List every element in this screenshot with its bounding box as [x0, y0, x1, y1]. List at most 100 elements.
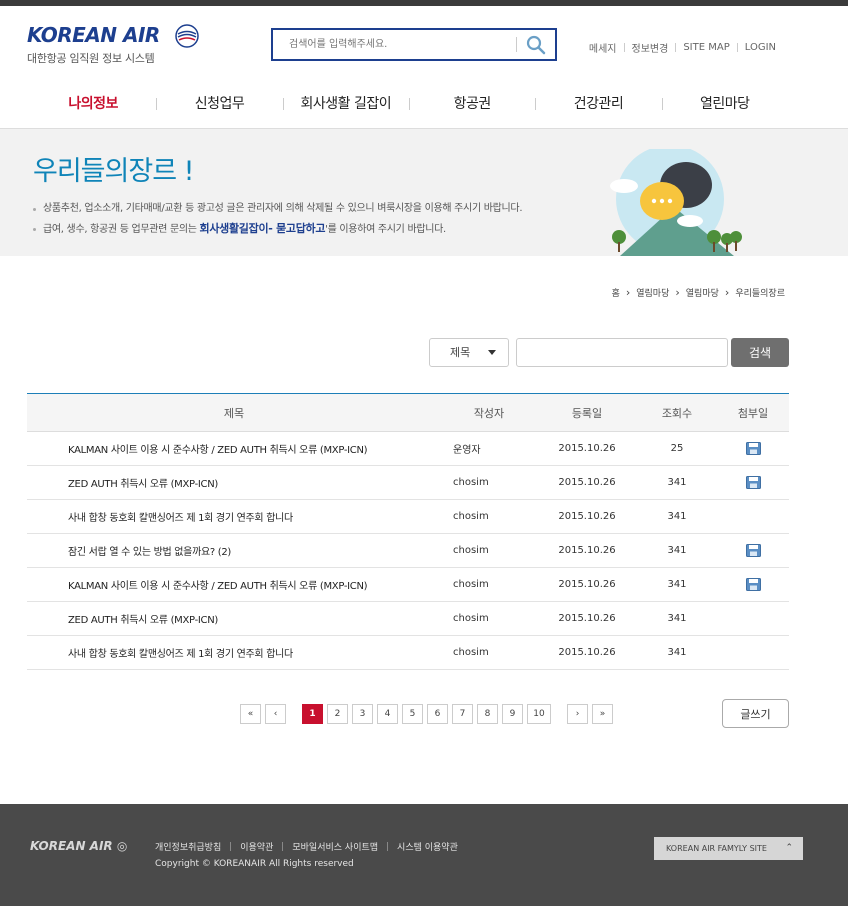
page-number[interactable]: 10	[527, 704, 551, 724]
nav-item-health[interactable]: 건강관리	[535, 91, 661, 117]
page-prev-button[interactable]: ‹	[265, 704, 286, 724]
util-link-message[interactable]: 메세지	[589, 40, 617, 55]
search-icon[interactable]	[525, 34, 547, 56]
table-row[interactable]: 사내 합창 동호회 칼맨싱어즈 제 1회 경기 연주회 합니다 chosim 201…	[27, 635, 789, 670]
search-field-select[interactable]: 제목	[429, 338, 509, 367]
post-attachment	[717, 635, 789, 670]
global-search-input[interactable]	[273, 30, 513, 59]
page-number[interactable]: 3	[352, 704, 373, 724]
footer: KOREAN AIR ◎ 개인정보취급방침 이용약관 모바일서비스 사이트맵 시…	[0, 804, 848, 906]
post-writer: chosim	[441, 533, 537, 568]
page-banner: 우리들의장르 ! 상품추천, 업소소개, 기타매매/교환 등 광고성 글은 관리…	[0, 129, 848, 256]
post-writer: chosim	[441, 601, 537, 636]
footer-logo: KOREAN AIR ◎	[30, 839, 127, 853]
utility-links: 메세지 정보변경 SITE MAP LOGIN	[589, 40, 776, 55]
util-link-sitemap[interactable]: SITE MAP	[683, 42, 729, 53]
post-writer: 운영자	[441, 431, 537, 466]
post-views: 341	[637, 567, 717, 602]
post-date: 2015.10.26	[537, 567, 637, 602]
col-header-date: 등록일	[537, 393, 637, 432]
post-date: 2015.10.26	[537, 431, 637, 466]
util-divider	[675, 43, 677, 52]
breadcrumb-home[interactable]: 홈	[612, 286, 620, 299]
table-row[interactable]: ZED AUTH 취득시 오류 (MXP-ICN) chosim 2015.10.2…	[27, 601, 789, 636]
post-title-link[interactable]: KALMAN 사이트 이용 시 준수사항 / ZED AUTH 취득시 오류 (…	[27, 431, 441, 466]
page-number[interactable]: 6	[427, 704, 448, 724]
post-title-link[interactable]: 사내 합창 동호회 칼맨싱어즈 제 1회 경기 연주회 합니다	[27, 635, 441, 670]
page-number[interactable]: 2	[327, 704, 348, 724]
breadcrumb-item[interactable]: 열림마당	[636, 286, 669, 299]
footer-taegeuk-icon: ◎	[116, 839, 128, 853]
post-date: 2015.10.26	[537, 533, 637, 568]
nav-item-air-tickets[interactable]: 항공권	[408, 91, 535, 117]
pagination-gap	[555, 704, 563, 724]
search-divider	[516, 37, 517, 52]
post-views: 341	[637, 499, 717, 534]
caret-down-icon	[488, 350, 496, 355]
footer-link-privacy[interactable]: 개인정보취급방침	[155, 840, 221, 853]
page-next-button[interactable]: ›	[567, 704, 588, 724]
footer-link-mobile-sitemap[interactable]: 모바일서비스 사이트맵	[292, 840, 378, 853]
taegeuk-icon	[175, 24, 199, 48]
board-search-input[interactable]	[516, 338, 728, 367]
post-attachment	[717, 431, 789, 466]
post-writer: chosim	[441, 567, 537, 602]
post-attachment	[717, 533, 789, 568]
pagination: « ‹ 1 2 3 4 5 6 7 8 9 10 › »	[240, 704, 613, 724]
chevron-up-icon: ⌃	[785, 843, 793, 853]
note-guide-link[interactable]: 회사생활길잡이- 묻고답하고	[200, 222, 326, 235]
util-link-login[interactable]: LOGIN	[745, 42, 776, 53]
page-first-button[interactable]: «	[240, 704, 261, 724]
page-last-button[interactable]: »	[592, 704, 613, 724]
page-number[interactable]: 5	[402, 704, 423, 724]
post-title-link[interactable]: 잠긴 서랍 열 수 있는 방법 없을까요? (2)	[27, 533, 441, 568]
footer-link-terms[interactable]: 이용약관	[240, 840, 273, 853]
col-header-attach: 첨부일	[717, 393, 789, 432]
page-number[interactable]: 8	[477, 704, 498, 724]
floppy-disk-icon[interactable]	[745, 544, 761, 557]
post-views: 25	[637, 431, 717, 466]
post-writer: chosim	[441, 635, 537, 670]
post-title-link[interactable]: ZED AUTH 취득시 오류 (MXP-ICN)	[27, 601, 441, 636]
write-post-button[interactable]: 글쓰기	[722, 699, 789, 728]
post-title-link[interactable]: ZED AUTH 취득시 오류 (MXP-ICN)	[27, 465, 441, 500]
table-row[interactable]: 잠긴 서랍 열 수 있는 방법 없을까요? (2) chosim 2015.10.2…	[27, 533, 789, 568]
search-field-value: 제목	[450, 346, 471, 359]
table-header-row: 제목 작성자 등록일 조회수 첨부일	[27, 393, 789, 432]
table-row[interactable]: KALMAN 사이트 이용 시 준수사항 / ZED AUTH 취득시 오류 (…	[27, 431, 789, 466]
col-header-title: 제목	[27, 393, 441, 432]
post-attachment	[717, 567, 789, 602]
floppy-disk-icon[interactable]	[745, 442, 761, 455]
post-title-link[interactable]: 사내 합창 동호회 칼맨싱어즈 제 1회 경기 연주회 합니다	[27, 499, 441, 534]
nav-item-requests[interactable]: 신청업무	[156, 91, 282, 117]
post-attachment	[717, 465, 789, 500]
page-number[interactable]: 7	[452, 704, 473, 724]
floppy-disk-icon[interactable]	[745, 476, 761, 489]
floppy-disk-icon[interactable]	[745, 578, 761, 591]
page-number[interactable]: 4	[377, 704, 398, 724]
table-row[interactable]: ZED AUTH 취득시 오류 (MXP-ICN) chosim 2015.10.2…	[27, 465, 789, 500]
banner-note: 급여, 생수, 항공권 등 업무관련 문의는 회사생활길잡이- 묻고답하고'를 …	[33, 219, 522, 240]
family-site-select[interactable]: KOREAN AIR FAMYLY SITE ⌃	[654, 837, 803, 860]
footer-links: 개인정보취급방침 이용약관 모바일서비스 사이트맵 시스템 이용약관	[155, 840, 458, 853]
banner-notes: 상품추천, 업소소개, 기타매매/교환 등 광고성 글은 관리자에 의해 삭제될…	[33, 199, 523, 240]
footer-link-system-terms[interactable]: 시스템 이용약관	[397, 840, 458, 853]
table-row[interactable]: 사내 합창 동호회 칼맨싱어즈 제 1회 경기 연주회 합니다 chosim 201…	[27, 499, 789, 534]
post-title-link[interactable]: KALMAN 사이트 이용 시 준수사항 / ZED AUTH 취득시 오류 (…	[27, 567, 441, 602]
post-attachment	[717, 499, 789, 534]
nav-item-my-info[interactable]: 나의정보	[30, 91, 156, 117]
logo[interactable]: KOREAN AIR 대한항공 임직원 정보 시스템	[27, 23, 207, 69]
post-date: 2015.10.26	[537, 499, 637, 534]
table-row[interactable]: KALMAN 사이트 이용 시 준수사항 / ZED AUTH 취득시 오류 (…	[27, 567, 789, 602]
page-number[interactable]: 9	[502, 704, 523, 724]
board-search-button[interactable]: 검색	[731, 338, 789, 367]
util-link-profile[interactable]: 정보변경	[632, 40, 669, 55]
note-suffix: '를 이용하여 주시기 바랍니다.	[325, 224, 446, 235]
nav-item-company-guide[interactable]: 회사생활 길잡이	[282, 91, 409, 117]
nav-item-open-forum[interactable]: 열린마당	[661, 91, 788, 117]
breadcrumb-item[interactable]: 열림마당	[686, 286, 719, 299]
col-header-views: 조회수	[637, 393, 717, 432]
page-title: 우리들의장르 !	[33, 156, 194, 187]
page-number[interactable]: 1	[302, 704, 323, 724]
chevron-right-icon: ›	[625, 286, 631, 299]
